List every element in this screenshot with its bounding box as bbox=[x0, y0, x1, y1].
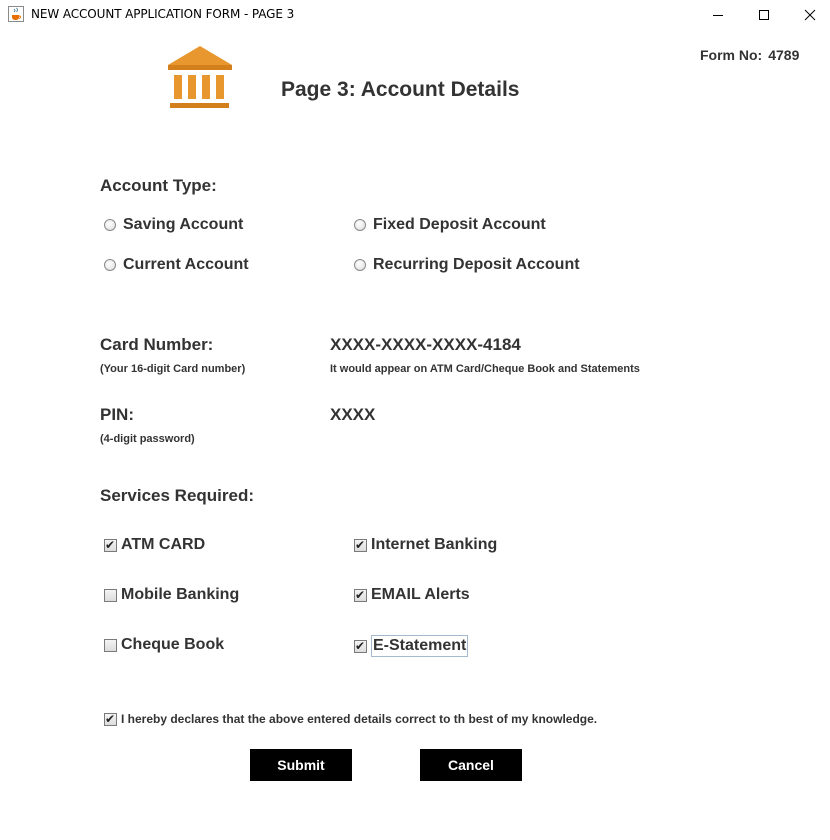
checkbox-box[interactable]: ✔ bbox=[354, 587, 367, 602]
checkbox-label: E-Statement bbox=[371, 635, 469, 657]
check-mark-icon: ✔ bbox=[105, 537, 116, 552]
checkbox-e-statement[interactable]: ✔ E-Statement bbox=[354, 635, 469, 657]
radio-label: Recurring Deposit Account bbox=[373, 256, 580, 273]
checkbox-email-alerts[interactable]: ✔ EMAIL Alerts bbox=[354, 586, 470, 604]
close-button[interactable] bbox=[787, 0, 830, 30]
form-number-label: Form No: bbox=[700, 47, 763, 63]
checkbox-internet-banking[interactable]: ✔ Internet Banking bbox=[354, 536, 497, 554]
checkbox-label: Mobile Banking bbox=[121, 586, 240, 603]
services-required-label: Services Required: bbox=[100, 486, 255, 505]
radio-label: Fixed Deposit Account bbox=[373, 216, 546, 233]
minimize-icon bbox=[713, 15, 723, 16]
declaration-text: I hereby declares that the above entered… bbox=[121, 712, 598, 726]
close-icon bbox=[804, 9, 816, 21]
checkbox-label: Internet Banking bbox=[371, 536, 498, 553]
form-number: Form No: 4789 bbox=[700, 47, 799, 63]
checkbox-atm-card[interactable]: ✔ ATM CARD bbox=[104, 536, 205, 554]
checkbox-mobile-banking[interactable]: Mobile Banking bbox=[104, 586, 239, 604]
checkbox-box[interactable]: ✔ bbox=[104, 537, 117, 552]
radio-current-account[interactable]: Current Account bbox=[104, 256, 249, 274]
maximize-button[interactable] bbox=[741, 0, 787, 30]
application-window: NEW ACCOUNT APPLICATION FORM - PAGE 3 Pa… bbox=[0, 0, 830, 840]
checkbox-box[interactable] bbox=[104, 588, 117, 602]
radio-fixed-deposit-account[interactable]: Fixed Deposit Account bbox=[354, 216, 546, 234]
check-mark-icon: ✔ bbox=[355, 638, 366, 653]
checkbox-label: Cheque Book bbox=[121, 636, 225, 653]
check-mark-icon: ✔ bbox=[355, 537, 366, 552]
bank-building-icon bbox=[165, 44, 235, 114]
form-number-value: 4789 bbox=[768, 47, 800, 63]
check-mark-icon: ✔ bbox=[105, 711, 116, 726]
window-title: NEW ACCOUNT APPLICATION FORM - PAGE 3 bbox=[31, 7, 295, 21]
radio-circle[interactable] bbox=[354, 259, 366, 271]
submit-button[interactable]: Submit bbox=[250, 749, 352, 781]
pin-value: XXXX bbox=[330, 405, 376, 424]
radio-circle[interactable] bbox=[354, 219, 366, 231]
pin-label: PIN: bbox=[100, 405, 134, 424]
checkbox-label: EMAIL Alerts bbox=[371, 586, 470, 603]
cancel-button[interactable]: Cancel bbox=[420, 749, 522, 781]
check-mark-icon: ✔ bbox=[355, 587, 366, 602]
card-number-label: Card Number: bbox=[100, 335, 214, 354]
checkbox-box[interactable]: ✔ bbox=[354, 537, 367, 552]
card-number-value: XXXX-XXXX-XXXX-4184 bbox=[330, 335, 521, 354]
checkbox-box[interactable]: ✔ bbox=[104, 711, 117, 726]
checkbox-label: ATM CARD bbox=[121, 536, 206, 553]
card-number-note: It would appear on ATM Card/Cheque Book … bbox=[330, 363, 640, 375]
radio-circle[interactable] bbox=[104, 259, 116, 271]
radio-label: Saving Account bbox=[123, 216, 244, 233]
account-type-label: Account Type: bbox=[100, 176, 217, 195]
declaration-checkbox[interactable]: ✔ I hereby declares that the above enter… bbox=[104, 712, 597, 726]
pin-hint: (4-digit password) bbox=[100, 433, 195, 445]
title-bar: NEW ACCOUNT APPLICATION FORM - PAGE 3 bbox=[0, 0, 830, 30]
checkbox-cheque-book[interactable]: Cheque Book bbox=[104, 636, 224, 654]
radio-circle[interactable] bbox=[104, 219, 116, 231]
checkbox-box[interactable] bbox=[104, 638, 117, 652]
java-cup-icon bbox=[8, 6, 24, 22]
maximize-icon bbox=[759, 10, 769, 20]
minimize-button[interactable] bbox=[695, 0, 741, 30]
radio-saving-account[interactable]: Saving Account bbox=[104, 216, 243, 234]
radio-label: Current Account bbox=[123, 256, 249, 273]
card-number-hint: (Your 16-digit Card number) bbox=[100, 363, 246, 375]
page-title: Page 3: Account Details bbox=[281, 78, 520, 101]
radio-recurring-deposit-account[interactable]: Recurring Deposit Account bbox=[354, 256, 580, 274]
checkbox-box[interactable]: ✔ bbox=[354, 638, 367, 653]
